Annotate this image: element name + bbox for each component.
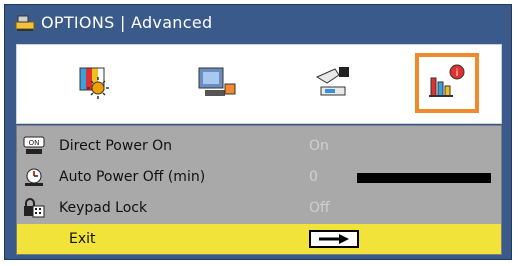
options-info-icon: i: [429, 64, 465, 97]
svg-text:i: i: [456, 68, 459, 79]
keypad-lock-icon: [24, 198, 45, 218]
menu-item-keypad-lock[interactable]: Keypad Lock Off: [17, 193, 501, 223]
menu-item-label: Exit: [69, 231, 96, 247]
menu-item-auto-power-off[interactable]: Auto Power Off (min) 0: [17, 162, 501, 192]
image-sun-icon: [79, 67, 109, 99]
menu-item-exit[interactable]: Exit: [17, 224, 501, 254]
auto-power-off-slider[interactable]: [357, 173, 491, 183]
arrow-right-icon: [319, 234, 349, 244]
menu-item-label: Keypad Lock: [59, 200, 148, 216]
image-settings-tab[interactable]: [63, 53, 127, 113]
display-projector-icon: [198, 67, 236, 96]
menu-item-value: On: [309, 138, 329, 154]
setup-tab[interactable]: [301, 53, 365, 113]
page-title: OPTIONS | Advanced: [41, 12, 213, 32]
title-bar: OPTIONS | Advanced: [5, 5, 511, 39]
display-settings-tab[interactable]: [185, 53, 249, 113]
exit-button[interactable]: [309, 230, 359, 248]
hand-setup-icon: [315, 67, 349, 96]
options-icon: [15, 15, 35, 31]
osd-window: OPTIONS | Advanced i ON Direct Power On …: [4, 4, 512, 260]
menu-item-label: Auto Power Off (min): [59, 169, 206, 185]
menu-item-value: 0: [309, 169, 318, 185]
options-menu: ON Direct Power On On Auto Power Off (mi…: [16, 125, 502, 255]
menu-tab-bar: i: [16, 44, 502, 124]
timer-icon: [25, 168, 43, 186]
menu-item-direct-power-on[interactable]: ON Direct Power On On: [17, 131, 501, 161]
options-tab[interactable]: i: [415, 53, 479, 113]
menu-item-value: Off: [309, 200, 330, 216]
power-on-icon: ON: [23, 136, 45, 154]
svg-text:ON: ON: [29, 139, 40, 147]
menu-item-label: Direct Power On: [59, 138, 173, 154]
